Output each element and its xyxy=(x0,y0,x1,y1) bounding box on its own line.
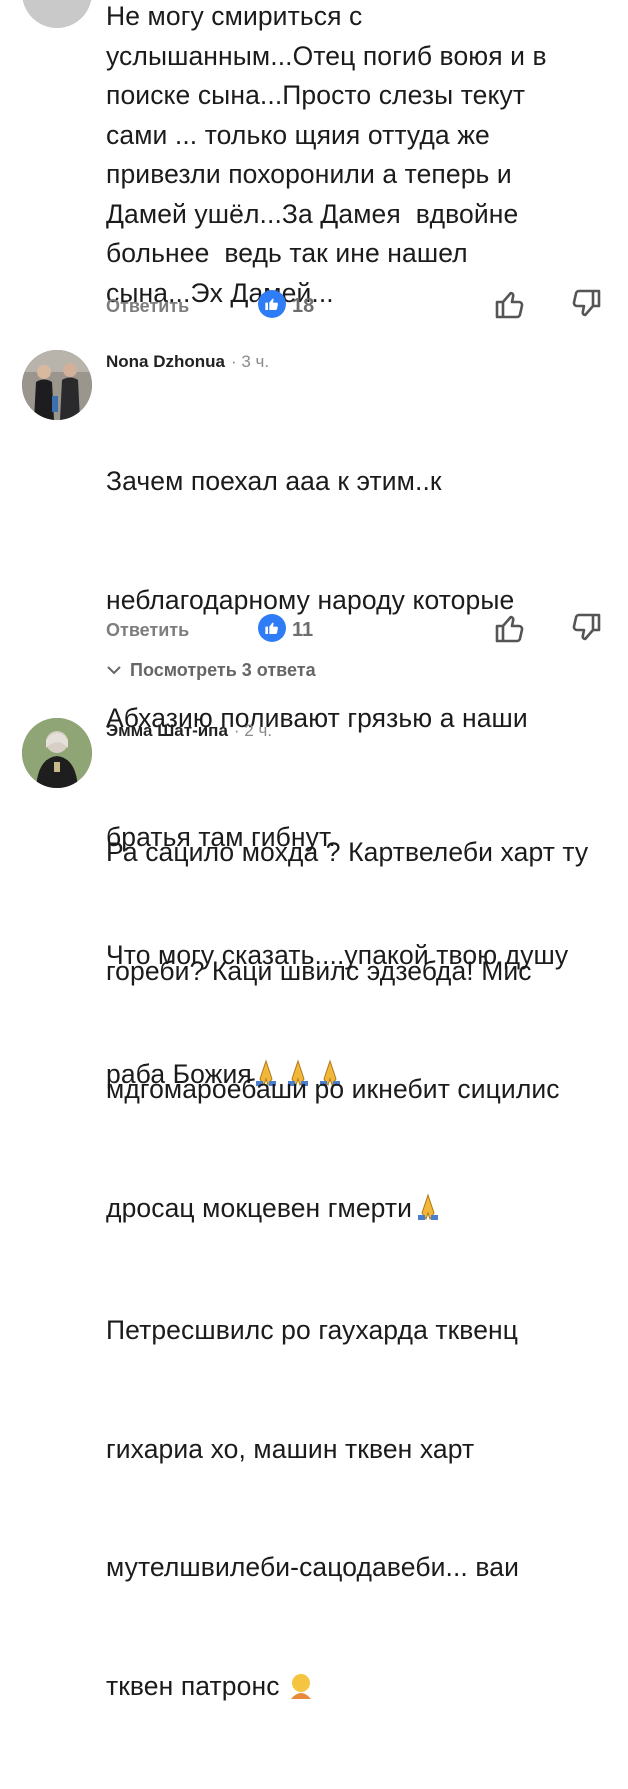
thumbs-down-outline-icon[interactable] xyxy=(570,287,602,321)
text-line-with-emoji: тквен патронс xyxy=(106,1667,616,1711)
avatar[interactable] xyxy=(22,0,92,28)
text-line: Петресшвилс ро гаухарда тквенц xyxy=(106,1315,519,1345)
comment-actions: Ответить 11 xyxy=(106,611,606,648)
folded-hands-emoji xyxy=(412,1192,444,1233)
thumbs-up-icon xyxy=(258,290,286,318)
reply-button[interactable]: Ответить xyxy=(106,296,189,317)
avatar[interactable] xyxy=(22,350,92,420)
thumbs-up-outline-icon[interactable] xyxy=(494,611,526,645)
text-line: дросац мокцевен гмерти xyxy=(106,1192,413,1223)
text-line: Ра сацило мохда ? Картвелеби харт ту xyxy=(106,837,589,867)
author-row: Эмма Шат-ипа · 2 ч. xyxy=(106,721,272,741)
reply-button[interactable]: Ответить xyxy=(106,620,189,641)
like-count: 11 xyxy=(292,619,314,641)
author-row: Nona Dzhonua · 3 ч. xyxy=(106,352,269,372)
author-name[interactable]: Nona Dzhonua xyxy=(106,352,225,372)
comment-text: Ра сацило мохда ? Картвелеби харт ту гор… xyxy=(106,754,616,1789)
text-line: тквен патронс xyxy=(106,1670,280,1701)
view-replies-link[interactable]: Посмотреть 3 ответа xyxy=(106,660,316,681)
thumbs-down-outline-icon[interactable] xyxy=(570,611,602,645)
chevron-down-icon xyxy=(106,660,122,681)
text-line: мутелшвилеби-сацодавеби... ваи xyxy=(106,1552,519,1582)
thumbs-up-outline-icon[interactable] xyxy=(494,287,526,321)
text-line: гореби? Каци швилс эдзебда! Мис xyxy=(106,955,532,986)
timestamp: · 3 ч. xyxy=(231,352,270,371)
timestamp: · 2 ч. xyxy=(233,721,273,740)
like-count: 18 xyxy=(292,295,315,317)
view-replies-label: Посмотреть 3 ответа xyxy=(130,660,316,680)
comment-text: Не могу смириться с услышанным...Отец по… xyxy=(106,1,547,308)
text-line: Зачем поехал ааа к этим..к xyxy=(106,466,442,496)
avatar[interactable] xyxy=(22,718,92,788)
thumbs-up-icon xyxy=(258,614,286,642)
text-line-with-emoji: дросац мокцевен гмерти xyxy=(106,1189,616,1233)
person-emoji xyxy=(287,1671,315,1711)
author-name[interactable]: Эмма Шат-ипа xyxy=(106,721,228,741)
comment-actions: Ответить 18 xyxy=(106,287,606,324)
text-line: гихариа хо, машин тквен харт xyxy=(106,1433,475,1464)
text-line: мдгомароебаши ро икнебит сицилис xyxy=(106,1074,560,1104)
